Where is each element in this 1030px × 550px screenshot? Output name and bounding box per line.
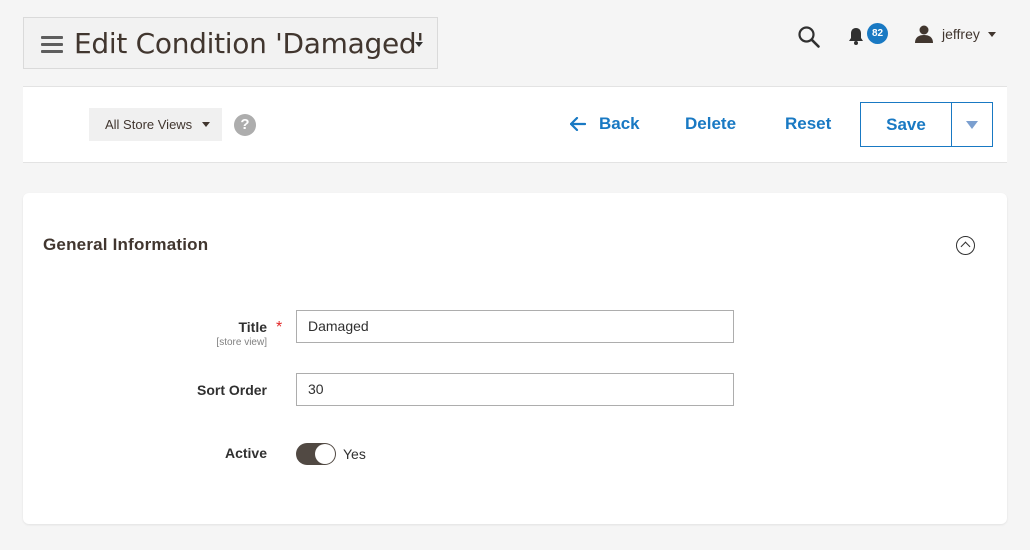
sort-order-label: Sort Order [196,382,267,398]
user-menu[interactable]: jeffrey [914,24,996,44]
caret-down-icon [966,120,978,129]
active-value-label: Yes [343,446,366,462]
notification-count-badge[interactable]: 82 [867,23,888,44]
required-indicator: * [276,319,283,336]
page-actions-bar: All Store Views ? Back Delete Reset Save [23,86,1007,163]
store-view-label: All Store Views [105,117,193,132]
reset-button[interactable]: Reset [785,114,831,134]
back-button[interactable]: Back [570,114,640,134]
store-view-switcher[interactable]: All Store Views [89,108,222,141]
save-split-button: Save [860,102,993,147]
help-icon[interactable]: ? [234,114,256,136]
save-options-toggle[interactable] [952,103,992,146]
arrow-left-icon [570,117,586,131]
page-title: Edit Condition 'Damaged' [74,27,424,60]
chevron-up-circle-icon[interactable] [956,236,975,255]
title-input[interactable]: Damaged [296,310,734,343]
title-label: Title [238,319,267,335]
search-icon[interactable] [797,25,821,49]
user-name: jeffrey [942,26,980,42]
active-toggle[interactable] [296,443,336,465]
general-information-panel: General Information Title [store view] *… [23,193,1007,524]
user-icon [915,25,933,43]
title-scope: [store view] [216,337,267,348]
caret-down-icon[interactable] [415,42,423,47]
save-button[interactable]: Save [861,103,952,146]
active-label: Active [224,445,267,461]
caret-down-icon [202,122,211,127]
section-title[interactable]: General Information [43,235,208,255]
bell-icon[interactable] [846,26,866,46]
caret-down-icon [987,31,996,37]
hamburger-icon[interactable] [41,36,63,53]
back-label: Back [599,114,640,133]
delete-button[interactable]: Delete [685,114,736,134]
sort-order-input[interactable]: 30 [296,373,734,406]
page-title-box[interactable]: Edit Condition 'Damaged' [23,17,438,69]
toggle-knob [315,444,335,464]
